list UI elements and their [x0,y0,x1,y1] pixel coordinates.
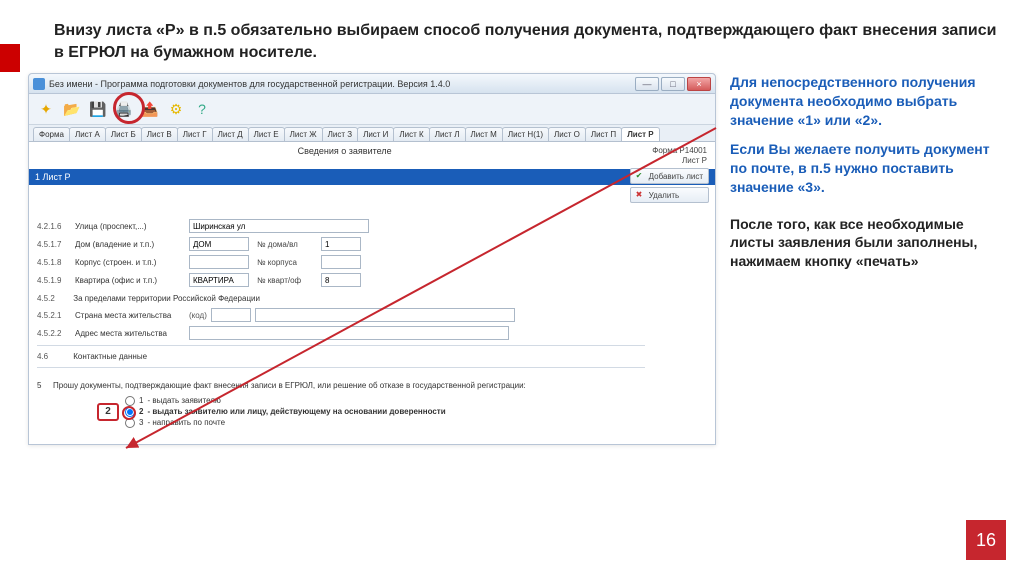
maximize-button[interactable]: □ [661,77,685,91]
delete-icon: ✖ [636,190,646,200]
opt-num: 1 [139,396,143,405]
side-p3: После того, как все необходимые листы за… [730,215,1004,272]
field-label: Улица (проспект,...) [75,222,185,231]
plus-icon: ✔ [636,171,646,181]
country-code-input[interactable] [211,308,251,322]
street-input[interactable] [189,219,369,233]
tab-g[interactable]: Лист Г [177,127,213,141]
delete-sheet-label: Удалить [649,191,680,200]
section-label: Контактные данные [73,352,147,361]
tab-zh[interactable]: Лист Ж [284,127,323,141]
tab-v[interactable]: Лист В [141,127,178,141]
side-p1: Для непосредственного получения документ… [730,73,1004,130]
korpus-type-input[interactable] [189,255,249,269]
side-p2: Если Вы желаете получить документ по поч… [730,140,1004,197]
tab-n1[interactable]: Лист Н(1) [502,127,549,141]
sheet-row[interactable]: 1 Лист Р [29,169,715,185]
field-num: 4.2.1.6 [37,222,71,231]
tab-z[interactable]: Лист З [322,127,358,141]
export-icon[interactable]: 📤 [139,98,161,120]
field-num: 4.5.2.1 [37,311,71,320]
sub-label: № корпуса [257,258,317,267]
selected-value-box: 2 [97,403,119,421]
sub-label: № дома/вл [257,240,317,249]
option-3[interactable]: 3 - направить по почте [125,418,446,428]
radio-1[interactable] [125,396,135,406]
print-icon[interactable]: 🖨️ [113,98,135,120]
tab-b[interactable]: Лист Б [105,127,142,141]
tab-p[interactable]: Лист П [585,127,622,141]
add-sheet-button[interactable]: ✔ Добавить лист [630,168,709,184]
field-num: 4.5.2.2 [37,329,71,338]
tab-forma[interactable]: Форма [33,127,70,141]
tab-m[interactable]: Лист М [465,127,503,141]
page-number: 16 [966,520,1006,560]
field-num: 4.5.1.9 [37,276,71,285]
delete-sheet-button[interactable]: ✖ Удалить [630,187,709,203]
minimize-button[interactable]: — [635,77,659,91]
window-title: Без имени - Программа подготовки докумен… [49,79,635,89]
app-icon [33,78,45,90]
help-icon[interactable]: ? [191,98,213,120]
titlebar: Без имени - Программа подготовки докумен… [29,74,715,94]
tab-o[interactable]: Лист О [548,127,586,141]
radio-2[interactable] [125,407,135,417]
slide-heading: Внизу листа «Р» в п.5 обязательно выбира… [54,20,1004,63]
sub-label: № кварт/оф [257,276,317,285]
field-label: Адрес места жительства [75,329,185,338]
sheet-tabs: Форма Лист А Лист Б Лист В Лист Г Лист Д… [29,125,715,142]
house-type-input[interactable] [189,237,249,251]
field-num: 4.5.1.8 [37,258,71,267]
option-2[interactable]: 2 - выдать заявителю или лицу, действующ… [125,407,446,417]
p5-number: 5 [37,381,47,390]
field-label: Квартира (офис и т.п.) [75,276,185,285]
field-label: Корпус (строен. и т.п.) [75,258,185,267]
tab-e[interactable]: Лист Е [248,127,285,141]
opt-text: - выдать заявителю [147,396,220,405]
section-label: За пределами территории Российской Федер… [73,294,260,303]
section-num: 4.6 [37,352,71,361]
tab-i[interactable]: Лист И [357,127,394,141]
field-label: Страна места жительства [75,311,185,320]
opt-num: 2 [139,407,143,416]
tab-r[interactable]: Лист Р [621,127,659,141]
section-num: 4.5.2 [37,294,71,303]
opt-text: - выдать заявителю или лицу, действующем… [147,407,445,416]
p5-text: Прошу документы, подтверждающие факт вне… [53,381,707,391]
form-content: Сведения о заявителе Форма Р14001 Лист Р… [29,142,715,444]
red-accent-bar [0,44,20,72]
option-1[interactable]: 1 - выдать заявителю [125,396,446,406]
toolbar: ✦ 📂 💾 🖨️ 📤 ⚙ ? [29,94,715,125]
tab-a[interactable]: Лист А [69,127,106,141]
form-code: Форма Р14001 [652,146,707,156]
tab-k[interactable]: Лист К [393,127,429,141]
form-sheet: Лист Р [652,156,707,166]
form-title: Сведения о заявителе [37,146,652,165]
flat-num-input[interactable] [321,273,361,287]
save-icon[interactable]: 💾 [87,98,109,120]
code-label: (код) [189,311,207,320]
country-input[interactable] [255,308,515,322]
app-window: Без имени - Программа подготовки докумен… [28,73,716,445]
settings-icon[interactable]: ⚙ [165,98,187,120]
foreign-address-input[interactable] [189,326,509,340]
tab-l[interactable]: Лист Л [429,127,466,141]
side-annotations: Для непосредственного получения документ… [730,73,1004,445]
open-icon[interactable]: 📂 [61,98,83,120]
field-num: 4.5.1.7 [37,240,71,249]
korpus-num-input[interactable] [321,255,361,269]
add-sheet-label: Добавить лист [649,172,703,181]
opt-text: - направить по почте [147,418,225,427]
new-icon[interactable]: ✦ [35,98,57,120]
opt-num: 3 [139,418,143,427]
radio-3[interactable] [125,418,135,428]
flat-type-input[interactable] [189,273,249,287]
sheet-row-label: 1 Лист Р [35,172,71,182]
tab-d[interactable]: Лист Д [212,127,249,141]
field-label: Дом (владение и т.п.) [75,240,185,249]
close-button[interactable]: × [687,77,711,91]
house-num-input[interactable] [321,237,361,251]
